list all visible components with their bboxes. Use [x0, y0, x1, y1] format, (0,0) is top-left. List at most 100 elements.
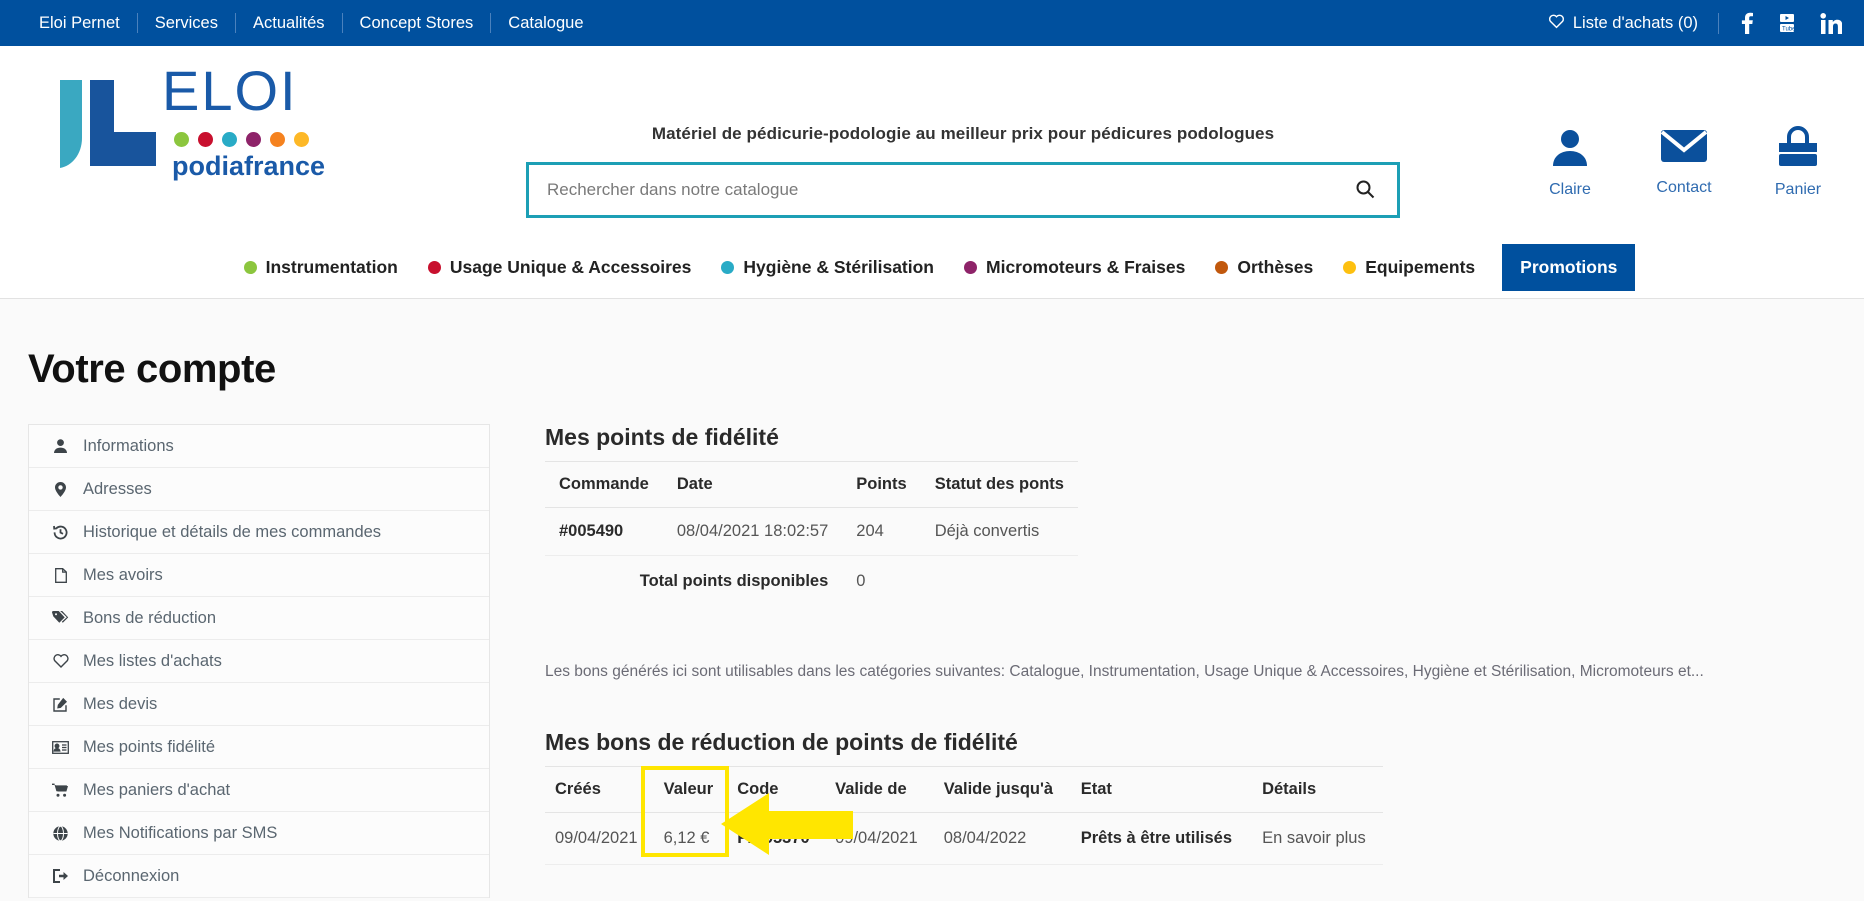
cell-etat: Prêts à être utilisés	[1070, 812, 1253, 865]
cell-code: FID95370	[727, 812, 826, 865]
category-nav: Instrumentation Usage Unique & Accessoir…	[0, 236, 1864, 299]
category-hygiene-sterilisation[interactable]: Hygiène & Stérilisation	[706, 257, 949, 278]
sidebar-item-mes-avoirs[interactable]: Mes avoirs	[29, 554, 489, 597]
tags-icon	[51, 611, 70, 625]
bag-icon	[1776, 126, 1820, 173]
user-icon	[1549, 126, 1591, 173]
logo-subtext: podiafrance	[162, 151, 342, 186]
facebook-icon[interactable]	[1741, 12, 1754, 34]
page-content: Informations Adresses Historique et déta…	[0, 392, 1864, 898]
vouchers-table: Créés Valeur Code Valide de Valide jusqu…	[545, 766, 1383, 865]
site-logo[interactable]: ELOI podiafrance	[28, 59, 344, 187]
file-icon	[51, 567, 70, 583]
sidebar-item-label: Bons de réduction	[83, 608, 217, 627]
sidebar-item-informations[interactable]: Informations	[29, 425, 489, 468]
col-crees: Créés	[545, 766, 654, 813]
sidebar-item-mes-devis[interactable]: Mes devis	[29, 683, 489, 726]
top-nav-link-actualites[interactable]: Actualités	[236, 13, 343, 33]
top-nav-link-eloi-pernet[interactable]: Eloi Pernet	[22, 13, 138, 33]
category-dot-icon	[1215, 260, 1229, 274]
logo-wordmark: ELOI	[162, 59, 344, 127]
edit-icon	[51, 697, 70, 712]
category-label: Usage Unique & Accessoires	[449, 256, 692, 277]
total-points-spacer	[921, 556, 1078, 606]
table-row: #005490 08/04/2021 18:02:57 204 Déjà con…	[545, 507, 1078, 556]
user-icon	[51, 439, 70, 453]
sidebar-item-label: Adresses	[83, 479, 152, 498]
search-form	[526, 162, 1400, 218]
site-tagline: Matériel de pédicurie-podologie au meill…	[651, 124, 1275, 143]
sidebar-item-historique-commandes[interactable]: Historique et détails de mes commandes	[29, 511, 489, 554]
site-header: ELOI podiafrance Matériel de pédicurie-p…	[0, 46, 1864, 236]
top-nav-link-services[interactable]: Services	[138, 13, 236, 33]
logo-color-dots	[174, 132, 344, 147]
cell-statut: Déjà convertis	[920, 507, 1078, 556]
account-user-link[interactable]: Claire	[1534, 126, 1606, 199]
account-contact-label: Contact	[1656, 179, 1712, 196]
header-center: Matériel de pédicurie-podologie au meill…	[526, 124, 1400, 218]
category-dot-icon	[964, 260, 977, 274]
loyalty-points-table: Commande Date Points Statut des ponts #0…	[545, 461, 1078, 605]
category-dot-icon	[427, 260, 441, 274]
category-promotions[interactable]: Promotions	[1502, 243, 1636, 291]
account-contact-link[interactable]: Contact	[1648, 126, 1720, 199]
col-date: Date	[662, 461, 843, 508]
category-label: Equipements	[1365, 256, 1476, 277]
top-nav-link-catalogue[interactable]: Catalogue	[491, 13, 600, 33]
sidebar-item-label: Informations	[83, 436, 174, 455]
sidebar-item-bons-de-reduction[interactable]: Bons de réduction	[29, 597, 489, 640]
category-micromoteurs-fraises[interactable]: Micromoteurs & Fraises	[949, 257, 1200, 278]
youtube-icon[interactable]: Tube	[1776, 13, 1798, 33]
cell-points: 204	[842, 507, 921, 556]
cell-valide-jusqua: 08/04/2022	[933, 812, 1071, 865]
logo-mark-icon	[28, 68, 156, 183]
total-points-label: Total points disponibles	[639, 572, 829, 590]
sidebar-item-adresses[interactable]: Adresses	[29, 468, 489, 511]
history-icon	[51, 525, 70, 540]
category-instrumentation[interactable]: Instrumentation	[229, 257, 413, 278]
cell-date: 08/04/2021 18:02:57	[662, 507, 843, 556]
account-sidebar: Informations Adresses Historique et déta…	[28, 424, 490, 898]
cell-crees: 09/04/2021	[545, 812, 654, 865]
category-dot-icon	[721, 260, 735, 274]
category-label: Micromoteurs & Fraises	[986, 256, 1186, 277]
sidebar-item-label: Mes points fidélité	[83, 737, 216, 756]
sidebar-item-label: Mes avoirs	[83, 565, 163, 584]
sidebar-item-label: Déconnexion	[83, 866, 180, 885]
category-label: Instrumentation	[265, 256, 398, 277]
col-statut-ponts: Statut des ponts	[920, 461, 1078, 508]
heart-icon	[1548, 13, 1565, 34]
account-icon-group: Claire Contact Panier	[1534, 126, 1834, 199]
account-page: Votre compte Informations Adresses Histo…	[0, 299, 1864, 901]
category-label: Hygiène & Stérilisation	[743, 256, 934, 277]
vouchers-title: Mes bons de réduction de points de fidél…	[545, 729, 1018, 755]
category-usage-unique-accessoires[interactable]: Usage Unique & Accessoires	[413, 257, 707, 278]
logout-icon	[51, 869, 70, 883]
envelope-icon	[1660, 126, 1708, 171]
search-icon	[1355, 179, 1375, 202]
id-card-icon	[51, 740, 70, 754]
category-equipements[interactable]: Equipements	[1328, 257, 1490, 278]
account-user-label: Claire	[1549, 181, 1591, 198]
top-utility-bar: Eloi Pernet Services Actualités Concept …	[0, 0, 1864, 46]
linkedin-icon[interactable]	[1820, 12, 1842, 34]
col-points: Points	[842, 461, 921, 508]
cell-valeur: 6,12 €	[653, 812, 728, 865]
cell-details-link[interactable]: En savoir plus	[1252, 812, 1383, 865]
wishlist-link[interactable]: Liste d'achats (0)	[1548, 12, 1719, 34]
sidebar-item-label: Mes listes d'achats	[83, 651, 222, 670]
search-input[interactable]	[547, 180, 1351, 200]
category-dot-icon	[243, 260, 257, 274]
sidebar-item-mes-listes-achats[interactable]: Mes listes d'achats	[29, 640, 489, 683]
category-ortheses[interactable]: Orthèses	[1200, 257, 1328, 278]
page-title: Votre compte	[28, 347, 276, 391]
table-total-row: Total points disponibles 0	[545, 556, 1078, 606]
sidebar-item-notifications-sms[interactable]: Mes Notifications par SMS	[29, 812, 489, 855]
search-button[interactable]	[1351, 179, 1379, 202]
sidebar-item-mes-paniers-achat[interactable]: Mes paniers d'achat	[29, 769, 489, 812]
cart-link[interactable]: Panier	[1762, 126, 1834, 199]
heart-icon	[51, 654, 70, 668]
sidebar-item-deconnexion[interactable]: Déconnexion	[29, 855, 489, 898]
sidebar-item-mes-points-fidelite[interactable]: Mes points fidélité	[29, 726, 489, 769]
top-nav-link-concept-stores[interactable]: Concept Stores	[343, 13, 492, 33]
